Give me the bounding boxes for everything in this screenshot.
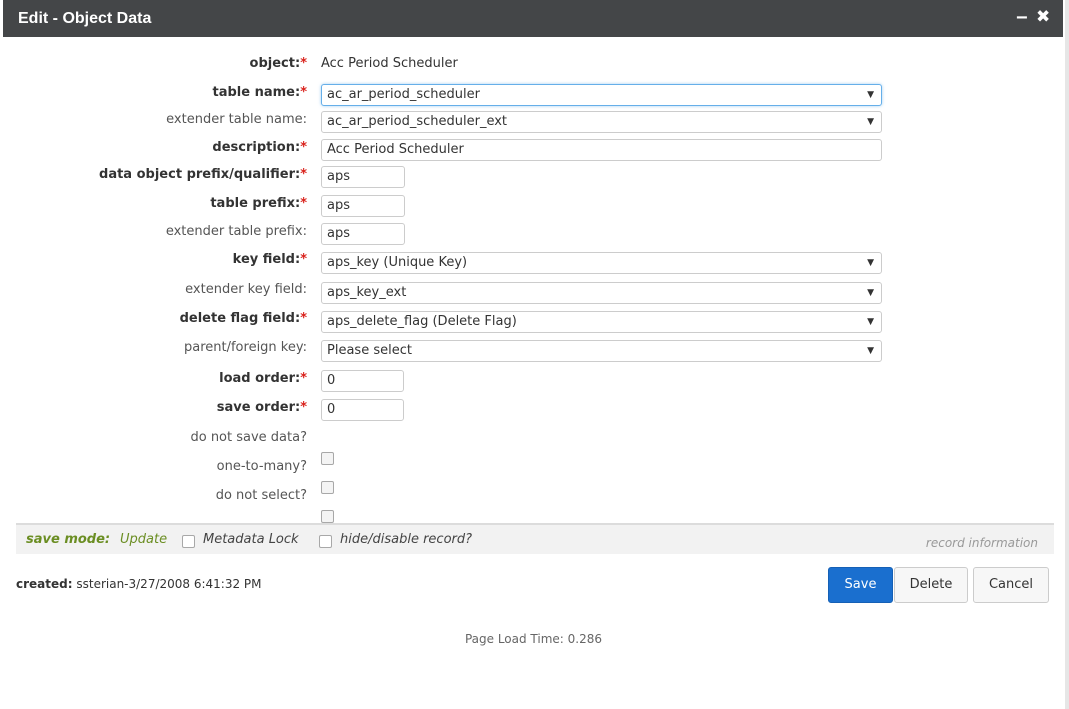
minimize-icon[interactable]: ‒	[1016, 7, 1028, 27]
data-object-prefix-label: data object prefix/qualifier:*	[99, 167, 307, 182]
row-do-not-select: do not select?	[0, 483, 1069, 509]
row-table-prefix: table prefix:* aps	[0, 191, 1069, 217]
row-one-to-many: one-to-many?	[0, 454, 1069, 480]
metadata-lock-label: Metadata Lock	[203, 532, 299, 547]
description-input[interactable]: Acc Period Scheduler	[321, 139, 882, 161]
save-mode-value: Update	[120, 532, 168, 547]
required-star: *	[300, 85, 307, 100]
page-load-time: Page Load Time: 0.286	[464, 632, 603, 646]
row-extender-table-name: extender table name: ac_ar_period_schedu…	[0, 107, 1069, 133]
required-star: *	[300, 167, 307, 182]
record-information-link[interactable]: record information	[926, 536, 1038, 550]
created-info: created: ssterian-3/27/2008 6:41:32 PM	[16, 577, 262, 591]
hide-disable-record-checkbox[interactable]	[319, 535, 332, 548]
row-load-order: load order:* 0	[0, 366, 1069, 392]
cancel-button[interactable]: Cancel	[973, 567, 1049, 603]
save-mode-label: save mode:	[26, 532, 111, 547]
save-mode-bar: save mode: Update Metadata Lock hide/dis…	[16, 523, 1054, 554]
row-extender-table-prefix: extender table prefix: aps	[0, 219, 1069, 245]
row-object: object:* Acc Period Scheduler	[0, 51, 1069, 77]
chevron-down-icon: ▼	[867, 117, 874, 127]
required-star: *	[300, 56, 307, 71]
extender-table-name-label: extender table name:	[166, 112, 307, 127]
metadata-lock-checkbox[interactable]	[182, 535, 195, 548]
row-description: description:* Acc Period Scheduler	[0, 135, 1069, 161]
table-name-label: table name:*	[212, 85, 308, 100]
one-to-many-label: one-to-many?	[216, 459, 307, 474]
table-prefix-label: table prefix:*	[210, 196, 307, 211]
load-order-input[interactable]: 0	[321, 370, 404, 392]
object-label: object:*	[249, 56, 307, 71]
chevron-down-icon: ▼	[867, 90, 874, 100]
delete-flag-field-value: aps_delete_flag (Delete Flag)	[327, 314, 517, 329]
chevron-down-icon: ▼	[867, 258, 874, 268]
hide-disable-record-label: hide/disable record?	[340, 532, 473, 547]
table-name-select[interactable]: ac_ar_period_scheduler ▼	[321, 84, 882, 106]
load-order-label: load order:*	[219, 371, 307, 386]
row-extender-key-field: extender key field: aps_key_ext ▼	[0, 277, 1069, 304]
do-not-save-data-label: do not save data?	[190, 430, 307, 445]
required-star: *	[300, 311, 307, 326]
table-prefix-input[interactable]: aps	[321, 195, 405, 217]
parent-foreign-key-select[interactable]: Please select ▼	[321, 340, 882, 362]
key-field-value: aps_key (Unique Key)	[327, 255, 468, 270]
close-icon[interactable]: ✖	[1036, 7, 1050, 27]
row-delete-flag-field: delete flag field:* aps_delete_flag (Del…	[0, 306, 1069, 333]
parent-foreign-key-label: parent/foreign key:	[183, 340, 307, 355]
delete-flag-field-select[interactable]: aps_delete_flag (Delete Flag) ▼	[321, 311, 882, 333]
extender-key-field-select[interactable]: aps_key_ext ▼	[321, 282, 882, 304]
dialog-title: Edit - Object Data	[18, 10, 152, 27]
extender-table-prefix-label: extender table prefix:	[165, 224, 307, 239]
extender-key-field-label: extender key field:	[185, 282, 307, 297]
row-key-field: key field:* aps_key (Unique Key) ▼	[0, 247, 1069, 274]
delete-button[interactable]: Delete	[894, 567, 968, 603]
row-do-not-save-data: do not save data?	[0, 425, 1069, 451]
table-name-value: ac_ar_period_scheduler	[327, 87, 480, 102]
required-star: *	[300, 371, 307, 386]
dialog-titlebar: Edit - Object Data ‒ ✖	[3, 0, 1063, 37]
data-object-prefix-input[interactable]: aps	[321, 166, 405, 188]
created-value: ssterian-3/27/2008 6:41:32 PM	[76, 577, 262, 591]
required-star: *	[300, 196, 307, 211]
save-order-label: save order:*	[216, 400, 307, 415]
object-value: Acc Period Scheduler	[321, 56, 458, 71]
key-field-select[interactable]: aps_key (Unique Key) ▼	[321, 252, 882, 274]
chevron-down-icon: ▼	[867, 288, 874, 298]
required-star: *	[300, 140, 307, 155]
extender-table-name-select[interactable]: ac_ar_period_scheduler_ext ▼	[321, 111, 882, 133]
do-not-select-checkbox[interactable]	[321, 510, 334, 523]
key-field-label: key field:*	[232, 252, 307, 267]
do-not-select-label: do not select?	[215, 488, 307, 503]
required-star: *	[300, 400, 307, 415]
extender-table-name-value: ac_ar_period_scheduler_ext	[327, 114, 508, 129]
save-order-input[interactable]: 0	[321, 399, 404, 421]
row-data-object-prefix: data object prefix/qualifier:* aps	[0, 162, 1069, 188]
row-table-name: table name:* ac_ar_period_scheduler ▼	[0, 80, 1069, 106]
description-label: description:*	[212, 140, 307, 155]
delete-flag-field-label: delete flag field:*	[179, 311, 307, 326]
row-save-order: save order:* 0	[0, 395, 1069, 421]
row-parent-foreign-key: parent/foreign key: Please select ▼	[0, 335, 1069, 362]
parent-foreign-key-value: Please select	[327, 343, 412, 358]
save-button[interactable]: Save	[828, 567, 893, 603]
extender-key-field-value: aps_key_ext	[327, 285, 407, 300]
created-label: created:	[16, 577, 73, 591]
required-star: *	[300, 252, 307, 267]
chevron-down-icon: ▼	[867, 317, 874, 327]
extender-table-prefix-input[interactable]: aps	[321, 223, 405, 245]
chevron-down-icon: ▼	[867, 346, 874, 356]
